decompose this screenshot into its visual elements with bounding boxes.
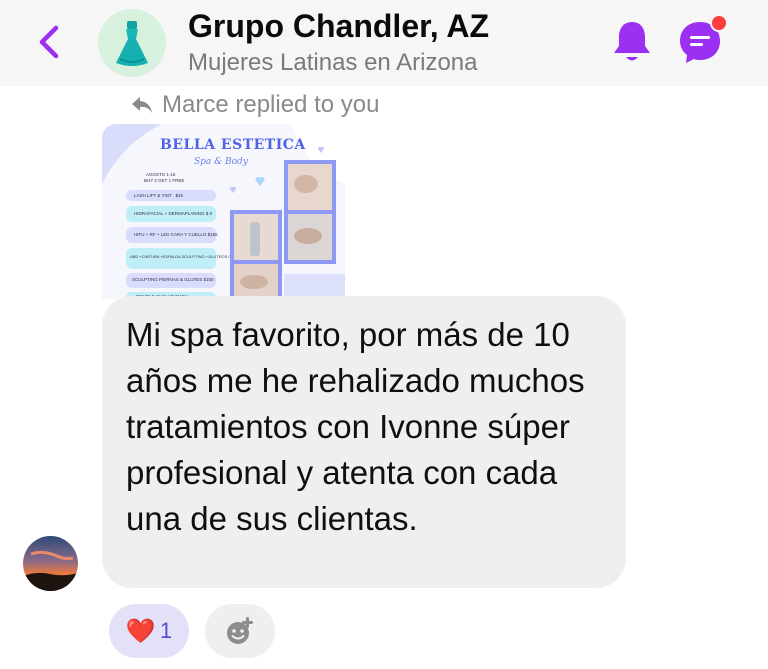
add-reaction-icon bbox=[227, 617, 253, 644]
message-text: Mi spa favorito, por más de 10 años me h… bbox=[126, 316, 585, 537]
chat-header: Grupo Chandler, AZ Mujeres Latinas en Ar… bbox=[0, 0, 768, 86]
notification-badge bbox=[710, 14, 728, 32]
flyer-promo-header: AGOSTO 1-15 bbox=[146, 172, 176, 177]
group-title[interactable]: Grupo Chandler, AZ bbox=[188, 8, 489, 45]
sender-avatar[interactable] bbox=[23, 536, 78, 591]
flyer-service: HIDRAFACIAL + DERMAPLANING $ 9 bbox=[134, 211, 212, 216]
heart-reaction[interactable]: ❤️ 1 bbox=[109, 604, 189, 658]
flyer-service: SCULPTING PIERNAS & GLUTES $150 bbox=[132, 277, 214, 282]
flyer-promo-sub: BUY 2 GET 1 FREE bbox=[144, 178, 184, 183]
group-subtitle[interactable]: Mujeres Latinas en Arizona bbox=[188, 49, 478, 77]
reply-note-text: Marce replied to you bbox=[162, 91, 380, 118]
replied-image-flyer[interactable]: BELLA ESTETICA Spa & Body AGOSTO 1-15 BU… bbox=[102, 124, 345, 299]
back-chevron-icon[interactable] bbox=[30, 22, 70, 62]
flyer-tagline: Spa & Body bbox=[194, 157, 249, 167]
dress-icon bbox=[116, 21, 148, 66]
add-reaction-button[interactable] bbox=[205, 604, 275, 658]
reaction-count: 1 bbox=[159, 618, 173, 643]
flyer-service: HIFU + RF + LED CARA Y CUELLO $165 bbox=[134, 232, 218, 237]
flyer-brand: BELLA ESTETICA bbox=[160, 137, 306, 153]
group-avatar[interactable] bbox=[98, 9, 166, 77]
reply-arrow-icon bbox=[132, 97, 152, 113]
sunset-avatar-image bbox=[23, 536, 78, 591]
heart-emoji-icon: ❤️ bbox=[125, 617, 156, 645]
flyer-service: LASH LIFT & TINT · $45 bbox=[134, 193, 184, 198]
flyer-graphic: BELLA ESTETICA Spa & Body AGOSTO 1-15 BU… bbox=[102, 124, 345, 299]
reply-indicator: Marce replied to you bbox=[130, 90, 379, 120]
bell-icon[interactable] bbox=[610, 18, 654, 66]
